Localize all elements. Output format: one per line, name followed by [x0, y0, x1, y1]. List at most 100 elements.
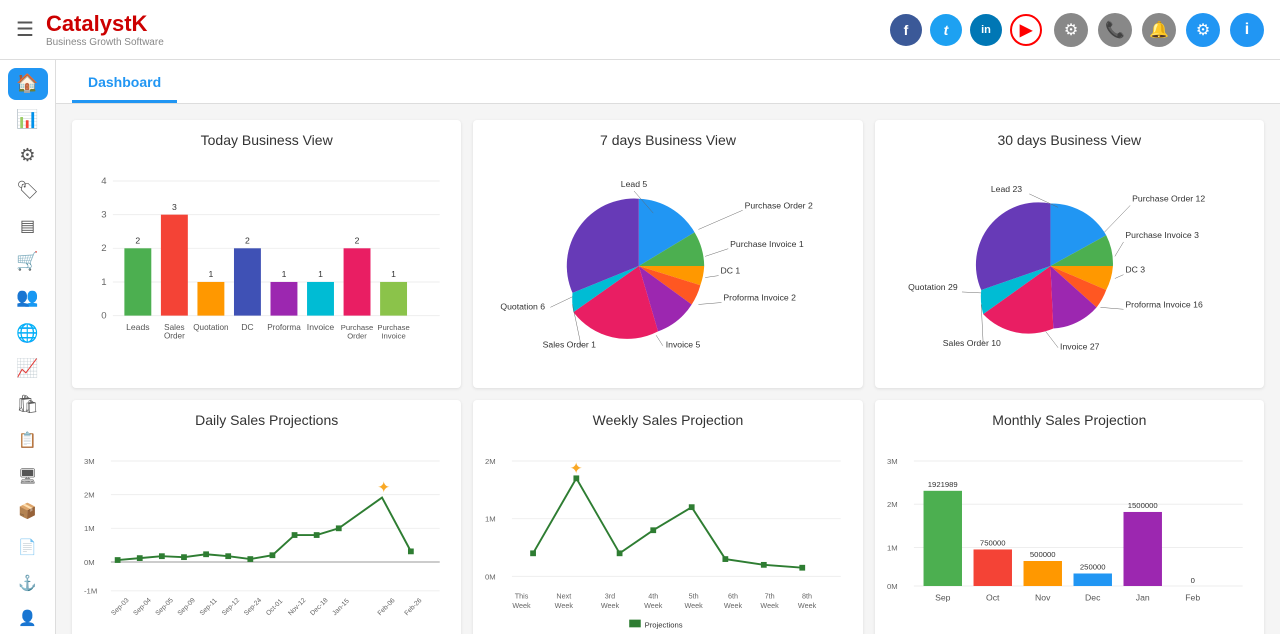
svg-text:1: 1	[391, 269, 396, 279]
sidebar-item-people[interactable]: 👥	[8, 282, 48, 314]
layout: 🏠 📊 ⚙ 🏷 ▤ 🛒 👥 🌐 📈 🛍 📋 🖥 📦 📄 ⚓ 👤 Dashboar…	[0, 60, 1280, 634]
svg-text:DC 1: DC 1	[721, 266, 741, 276]
svg-text:Week: Week	[513, 601, 532, 610]
svg-text:2: 2	[101, 243, 106, 254]
svg-text:Week: Week	[761, 601, 780, 610]
svg-text:Purchase: Purchase	[377, 323, 409, 332]
svg-text:Week: Week	[644, 601, 663, 610]
week7-business-card: 7 days Business View	[473, 120, 862, 388]
week7-chart-title: 7 days Business View	[485, 132, 850, 148]
facebook-icon[interactable]: f	[890, 14, 922, 46]
sidebar-item-tag[interactable]: 🏷	[8, 175, 48, 207]
svg-text:Quotation 6: Quotation 6	[501, 301, 546, 311]
svg-text:Jan-15: Jan-15	[331, 598, 351, 618]
svg-text:Dec: Dec	[1085, 592, 1101, 602]
svg-text:Sep-04: Sep-04	[132, 597, 152, 617]
svg-text:8th: 8th	[802, 591, 812, 600]
sidebar-item-home[interactable]: 🏠	[8, 68, 48, 100]
sidebar: 🏠 📊 ⚙ 🏷 ▤ 🛒 👥 🌐 📈 🛍 📋 🖥 📦 📄 ⚓ 👤	[0, 60, 56, 634]
svg-text:4: 4	[101, 176, 107, 187]
sidebar-item-gear[interactable]: ⚙	[8, 139, 48, 171]
info-icon[interactable]: i	[1230, 13, 1264, 47]
svg-text:Next: Next	[557, 591, 572, 600]
phone-icon[interactable]: 📞	[1098, 13, 1132, 47]
bell-icon[interactable]: 🔔	[1142, 13, 1176, 47]
svg-text:Sales Order 10: Sales Order 10	[942, 338, 1000, 348]
menu-icon[interactable]: ☰	[16, 17, 34, 42]
svg-text:Purchase Invoice 1: Purchase Invoice 1	[730, 239, 804, 249]
svg-text:Purchase Order 12: Purchase Order 12	[1132, 194, 1205, 204]
svg-text:7th: 7th	[765, 591, 775, 600]
svg-text:Week: Week	[601, 601, 620, 610]
weekly-line-chart: 2M 1M 0M ✦	[485, 436, 850, 634]
tab-dashboard[interactable]: Dashboard	[72, 60, 177, 103]
svg-text:Purchase Invoice 3: Purchase Invoice 3	[1125, 230, 1199, 240]
tab-bar: Dashboard	[56, 60, 1280, 104]
svg-text:Invoice 27: Invoice 27	[1060, 342, 1100, 352]
twitter-icon[interactable]: t	[930, 14, 962, 46]
svg-text:DC: DC	[241, 322, 253, 332]
svg-text:0M: 0M	[887, 582, 898, 591]
svg-text:Sales Order 1: Sales Order 1	[543, 340, 597, 350]
svg-text:1M: 1M	[887, 543, 898, 552]
svg-text:5th: 5th	[689, 591, 699, 600]
sidebar-item-globe[interactable]: 🌐	[8, 317, 48, 349]
week7-pie-wrapper: Lead 5 Purchase Order 2 Purchase Invoice…	[485, 156, 850, 376]
sidebar-item-cart[interactable]: 🛍	[8, 389, 48, 421]
svg-text:1500000: 1500000	[1127, 501, 1157, 510]
youtube-icon[interactable]: ▶	[1010, 14, 1042, 46]
sidebar-item-layers[interactable]: ▤	[8, 211, 48, 243]
svg-text:Sep-05: Sep-05	[154, 597, 174, 617]
sidebar-item-box[interactable]: 📦	[8, 496, 48, 528]
settings-icon[interactable]: ⚙	[1186, 13, 1220, 47]
sidebar-item-user[interactable]: 👤	[8, 602, 48, 634]
support-icon[interactable]: ⚙	[1054, 13, 1088, 47]
svg-text:Order: Order	[347, 332, 367, 341]
svg-text:Feb-06: Feb-06	[377, 597, 397, 617]
sales-projection-row: Daily Sales Projections 3M 2M 1M 0M -1M	[72, 400, 1264, 634]
svg-text:2: 2	[135, 236, 140, 246]
daily-proj-card: Daily Sales Projections 3M 2M 1M 0M -1M	[72, 400, 461, 634]
svg-text:Oct: Oct	[986, 592, 1000, 602]
svg-text:Week: Week	[555, 601, 574, 610]
svg-text:Nov-12: Nov-12	[287, 597, 307, 617]
svg-text:✦: ✦	[377, 480, 390, 497]
svg-text:Lead 23: Lead 23	[990, 184, 1021, 194]
svg-text:1: 1	[101, 277, 106, 288]
daily-proj-title: Daily Sales Projections	[84, 412, 449, 428]
svg-text:Purchase Order 2: Purchase Order 2	[745, 200, 813, 210]
svg-text:Oct-01: Oct-01	[265, 598, 284, 617]
svg-text:Sep-03: Sep-03	[110, 597, 130, 617]
svg-text:1M: 1M	[485, 515, 496, 524]
monthly-proj-title: Monthly Sales Projection	[887, 412, 1252, 428]
main-content: Dashboard Today Business View 4 3 2 1	[56, 60, 1280, 634]
svg-text:Quotation: Quotation	[193, 323, 228, 332]
svg-text:2M: 2M	[887, 500, 898, 509]
svg-text:This: This	[515, 591, 529, 600]
svg-text:Sep-09: Sep-09	[177, 597, 197, 617]
svg-text:2: 2	[245, 236, 250, 246]
sidebar-item-monitor[interactable]: 🖥	[8, 460, 48, 492]
svg-text:2M: 2M	[485, 457, 496, 466]
monthly-bar-svg: 3M 2M 1M 0M	[887, 436, 1252, 634]
sidebar-item-file[interactable]: 📋	[8, 424, 48, 456]
sidebar-item-list[interactable]: 📄	[8, 531, 48, 563]
header-actions: ⚙ 📞 🔔 ⚙ i	[1054, 13, 1264, 47]
svg-text:Proforma Invoice 16: Proforma Invoice 16	[1125, 299, 1203, 309]
svg-text:3M: 3M	[84, 457, 95, 466]
sidebar-item-chart[interactable]: 📈	[8, 353, 48, 385]
svg-text:Feb-26: Feb-26	[403, 597, 423, 617]
sidebar-item-anchor[interactable]: ⚓	[8, 567, 48, 599]
svg-text:Sep: Sep	[935, 592, 951, 602]
linkedin-icon[interactable]: in	[970, 14, 1002, 46]
svg-text:Jan: Jan	[1135, 592, 1149, 602]
sidebar-item-dashboard[interactable]: 📊	[8, 104, 48, 136]
sidebar-item-shop[interactable]: 🛒	[8, 246, 48, 278]
svg-text:Leads: Leads	[126, 322, 150, 332]
svg-text:Dec-18: Dec-18	[309, 597, 329, 617]
svg-text:1: 1	[208, 269, 213, 279]
today-business-card: Today Business View 4 3 2 1 0	[72, 120, 461, 388]
svg-text:750000: 750000	[980, 539, 1006, 548]
svg-text:Week: Week	[724, 601, 743, 610]
svg-text:Quotation 29: Quotation 29	[908, 282, 958, 292]
